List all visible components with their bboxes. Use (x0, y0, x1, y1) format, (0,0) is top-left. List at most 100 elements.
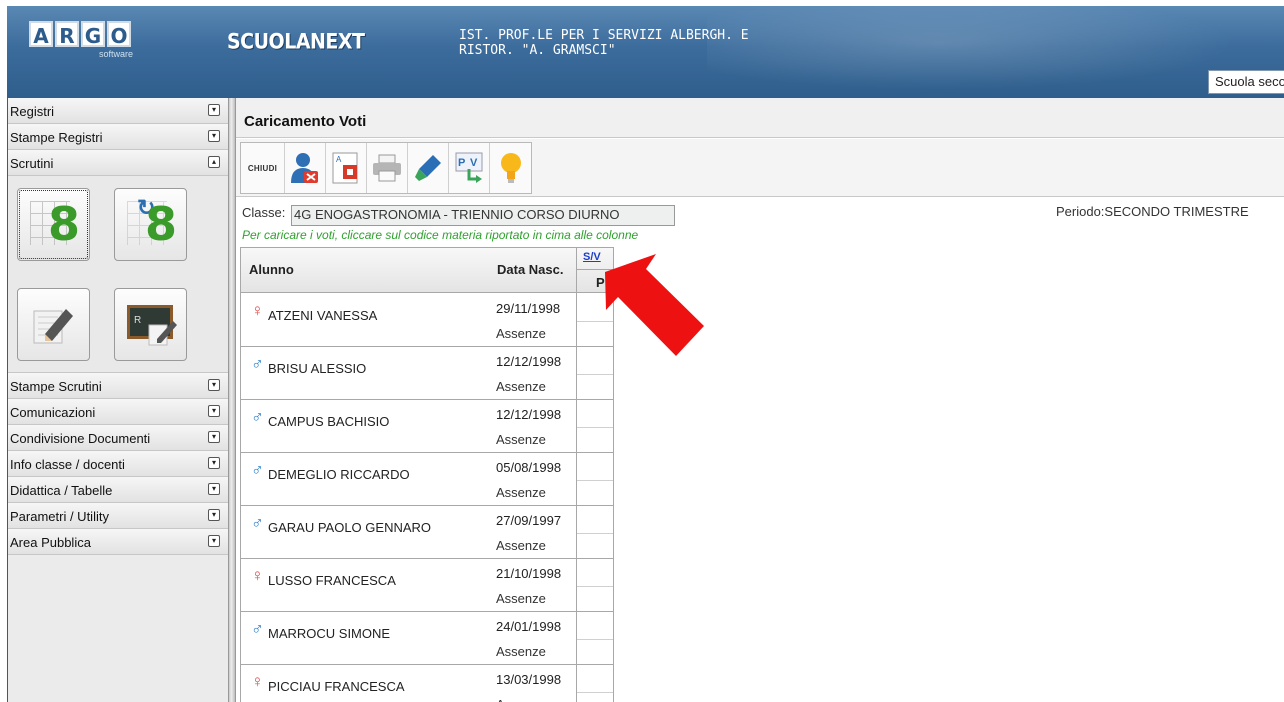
printer-icon (373, 154, 401, 182)
svg-text:P: P (458, 157, 465, 169)
table-row[interactable]: ♂ MARROCU SIMONE 24/01/1998 Assenze (241, 612, 613, 665)
scrutini-panel: 8 ↻ 8 R (8, 176, 228, 373)
male-icon: ♂ (251, 354, 264, 373)
collapse-toggle-icon[interactable]: ▴ (208, 156, 220, 168)
school-select[interactable]: Scuola seco (1208, 70, 1284, 94)
panel-splitter[interactable] (228, 98, 236, 702)
expand-toggle-icon[interactable]: ▾ (208, 104, 220, 116)
main-panel: Caricamento Voti CHIUDI A P V Classe: 4G… (236, 98, 1284, 702)
column-subheader-p: P (596, 275, 605, 290)
table-row[interactable]: ♂ GARAU PAOLO GENNARO 27/09/1997 Assenze (241, 506, 613, 559)
assenze-label: Assenze (496, 485, 546, 500)
grades-table: Alunno Data Nasc. S/V P ♀ ATZENI VANESSA 2… (240, 247, 614, 702)
expand-toggle-icon[interactable]: ▾ (208, 379, 220, 391)
sidebar-item-condivisione-documenti[interactable]: Condivisione Documenti ▾ (8, 425, 228, 451)
close-button[interactable]: CHIUDI (241, 143, 285, 193)
expand-toggle-icon[interactable]: ▾ (208, 431, 220, 443)
expand-toggle-icon[interactable]: ▾ (208, 457, 220, 469)
notes-button[interactable] (17, 288, 90, 361)
grade-cell-divider (577, 321, 613, 322)
header-divider (577, 269, 613, 270)
expand-toggle-icon[interactable]: ▾ (208, 405, 220, 417)
user-remove-button[interactable] (285, 143, 326, 193)
print-button[interactable] (367, 143, 408, 193)
birth-date: 29/11/1998 (496, 301, 561, 316)
marker-button[interactable] (408, 143, 449, 193)
report-card-button[interactable]: A (326, 143, 367, 193)
assenze-label: Assenze (496, 697, 546, 702)
logo-letter: R (55, 21, 79, 48)
app-header: A R G O software SCUOLANEXT IST. PROF.LE… (7, 6, 1284, 98)
subject-code-link[interactable]: S/V (583, 251, 601, 263)
expand-toggle-icon[interactable]: ▾ (208, 509, 220, 521)
male-icon: ♂ (251, 619, 264, 638)
assenze-label: Assenze (496, 644, 546, 659)
reload-grades-button[interactable]: ↻ 8 (114, 188, 187, 261)
logo-subtitle: software (98, 49, 133, 59)
table-row[interactable]: ♀ LUSSO FRANCESCA 21/10/1998 Assenze (241, 559, 613, 612)
sidebar-item-area-pubblica[interactable]: Area Pubblica ▾ (8, 529, 228, 555)
assenze-label: Assenze (496, 432, 546, 447)
student-name: LUSSO FRANCESCA (268, 573, 396, 588)
sidebar-item-scrutini[interactable]: Scrutini ▴ (8, 150, 228, 176)
argo-logo: A R G O software (29, 21, 139, 77)
school-name-line: RISTOR. "A. GRAMSCI" (459, 43, 616, 58)
table-row[interactable]: ♂ BRISU ALESSIO 12/12/1998 Assenze (241, 347, 613, 400)
sidebar-item-parametri[interactable]: Parametri / Utility ▾ (8, 503, 228, 529)
table-row[interactable]: ♀ ATZENI VANESSA 29/11/1998 Assenze (241, 294, 613, 347)
svg-text:V: V (470, 157, 478, 169)
toolbar-group: CHIUDI A P V (240, 142, 532, 194)
blackboard-icon: R (127, 305, 177, 346)
female-icon: ♀ (251, 566, 264, 585)
periodo-label: Periodo:SECONDO TRIMESTRE (1056, 204, 1249, 219)
sidebar-item-label: Stampe Registri (10, 130, 103, 145)
help-tips-button[interactable] (490, 143, 531, 193)
pv-export-button[interactable]: P V (449, 143, 490, 193)
logo-letter: A (29, 21, 53, 48)
grade-cell-divider (577, 533, 613, 534)
table-row[interactable]: ♀ PICCIAU FRANCESCA 13/03/1998 Assenze (241, 665, 613, 702)
sidebar-item-registri[interactable]: Registri ▾ (8, 98, 228, 124)
svg-text:A: A (336, 155, 342, 164)
classe-label: Classe: (242, 205, 286, 220)
assenze-label: Assenze (496, 326, 546, 341)
sidebar-item-comunicazioni[interactable]: Comunicazioni ▾ (8, 399, 228, 425)
student-name: CAMPUS BACHISIO (268, 414, 390, 429)
birth-date: 05/08/1998 (496, 460, 562, 475)
pencil-document-icon (33, 309, 73, 344)
assenze-label: Assenze (496, 591, 546, 606)
brand-title: SCUOLANEXT (227, 29, 365, 55)
table-row[interactable]: ♂ DEMEGLIO RICCARDO 05/08/1998 Assenze (241, 453, 613, 506)
grade-cell-divider (577, 639, 613, 640)
sidebar-item-label: Info classe / docenti (10, 457, 125, 472)
lightbulb-icon (500, 153, 521, 183)
expand-toggle-icon[interactable]: ▾ (208, 535, 220, 547)
voti-grid-button[interactable]: 8 (17, 188, 90, 261)
table-row[interactable]: ♂ CAMPUS BACHISIO 12/12/1998 Assenze (241, 400, 613, 453)
sidebar-item-info-classe[interactable]: Info classe / docenti ▾ (8, 451, 228, 477)
student-name: GARAU PAOLO GENNARO (268, 520, 432, 535)
svg-text:R: R (134, 315, 141, 326)
marker-icon (415, 155, 441, 181)
female-icon: ♀ (251, 301, 264, 320)
toolbar: CHIUDI A P V (236, 139, 1284, 197)
student-name: DEMEGLIO RICCARDO (268, 467, 410, 482)
sidebar-item-didattica[interactable]: Didattica / Tabelle ▾ (8, 477, 228, 503)
sidebar-item-stampe-scrutini[interactable]: Stampe Scrutini ▾ (8, 373, 228, 399)
expand-toggle-icon[interactable]: ▾ (208, 483, 220, 495)
blackboard-button[interactable]: R (114, 288, 187, 361)
student-name: ATZENI VANESSA (268, 308, 378, 323)
instruction-hint: Per caricare i voti, cliccare sul codice… (242, 228, 639, 242)
female-icon: ♀ (251, 672, 264, 691)
pv-export-icon: P V (455, 152, 483, 183)
grade-cell-divider (577, 427, 613, 428)
table-header: Alunno Data Nasc. S/V P (241, 248, 613, 293)
male-icon: ♂ (251, 513, 264, 532)
student-name: BRISU ALESSIO (268, 361, 367, 376)
male-icon: ♂ (251, 460, 264, 479)
sidebar-item-label: Parametri / Utility (10, 509, 109, 524)
male-icon: ♂ (251, 407, 264, 426)
expand-toggle-icon[interactable]: ▾ (208, 130, 220, 142)
assenze-label: Assenze (496, 538, 546, 553)
sidebar-item-stampe-registri[interactable]: Stampe Registri ▾ (8, 124, 228, 150)
